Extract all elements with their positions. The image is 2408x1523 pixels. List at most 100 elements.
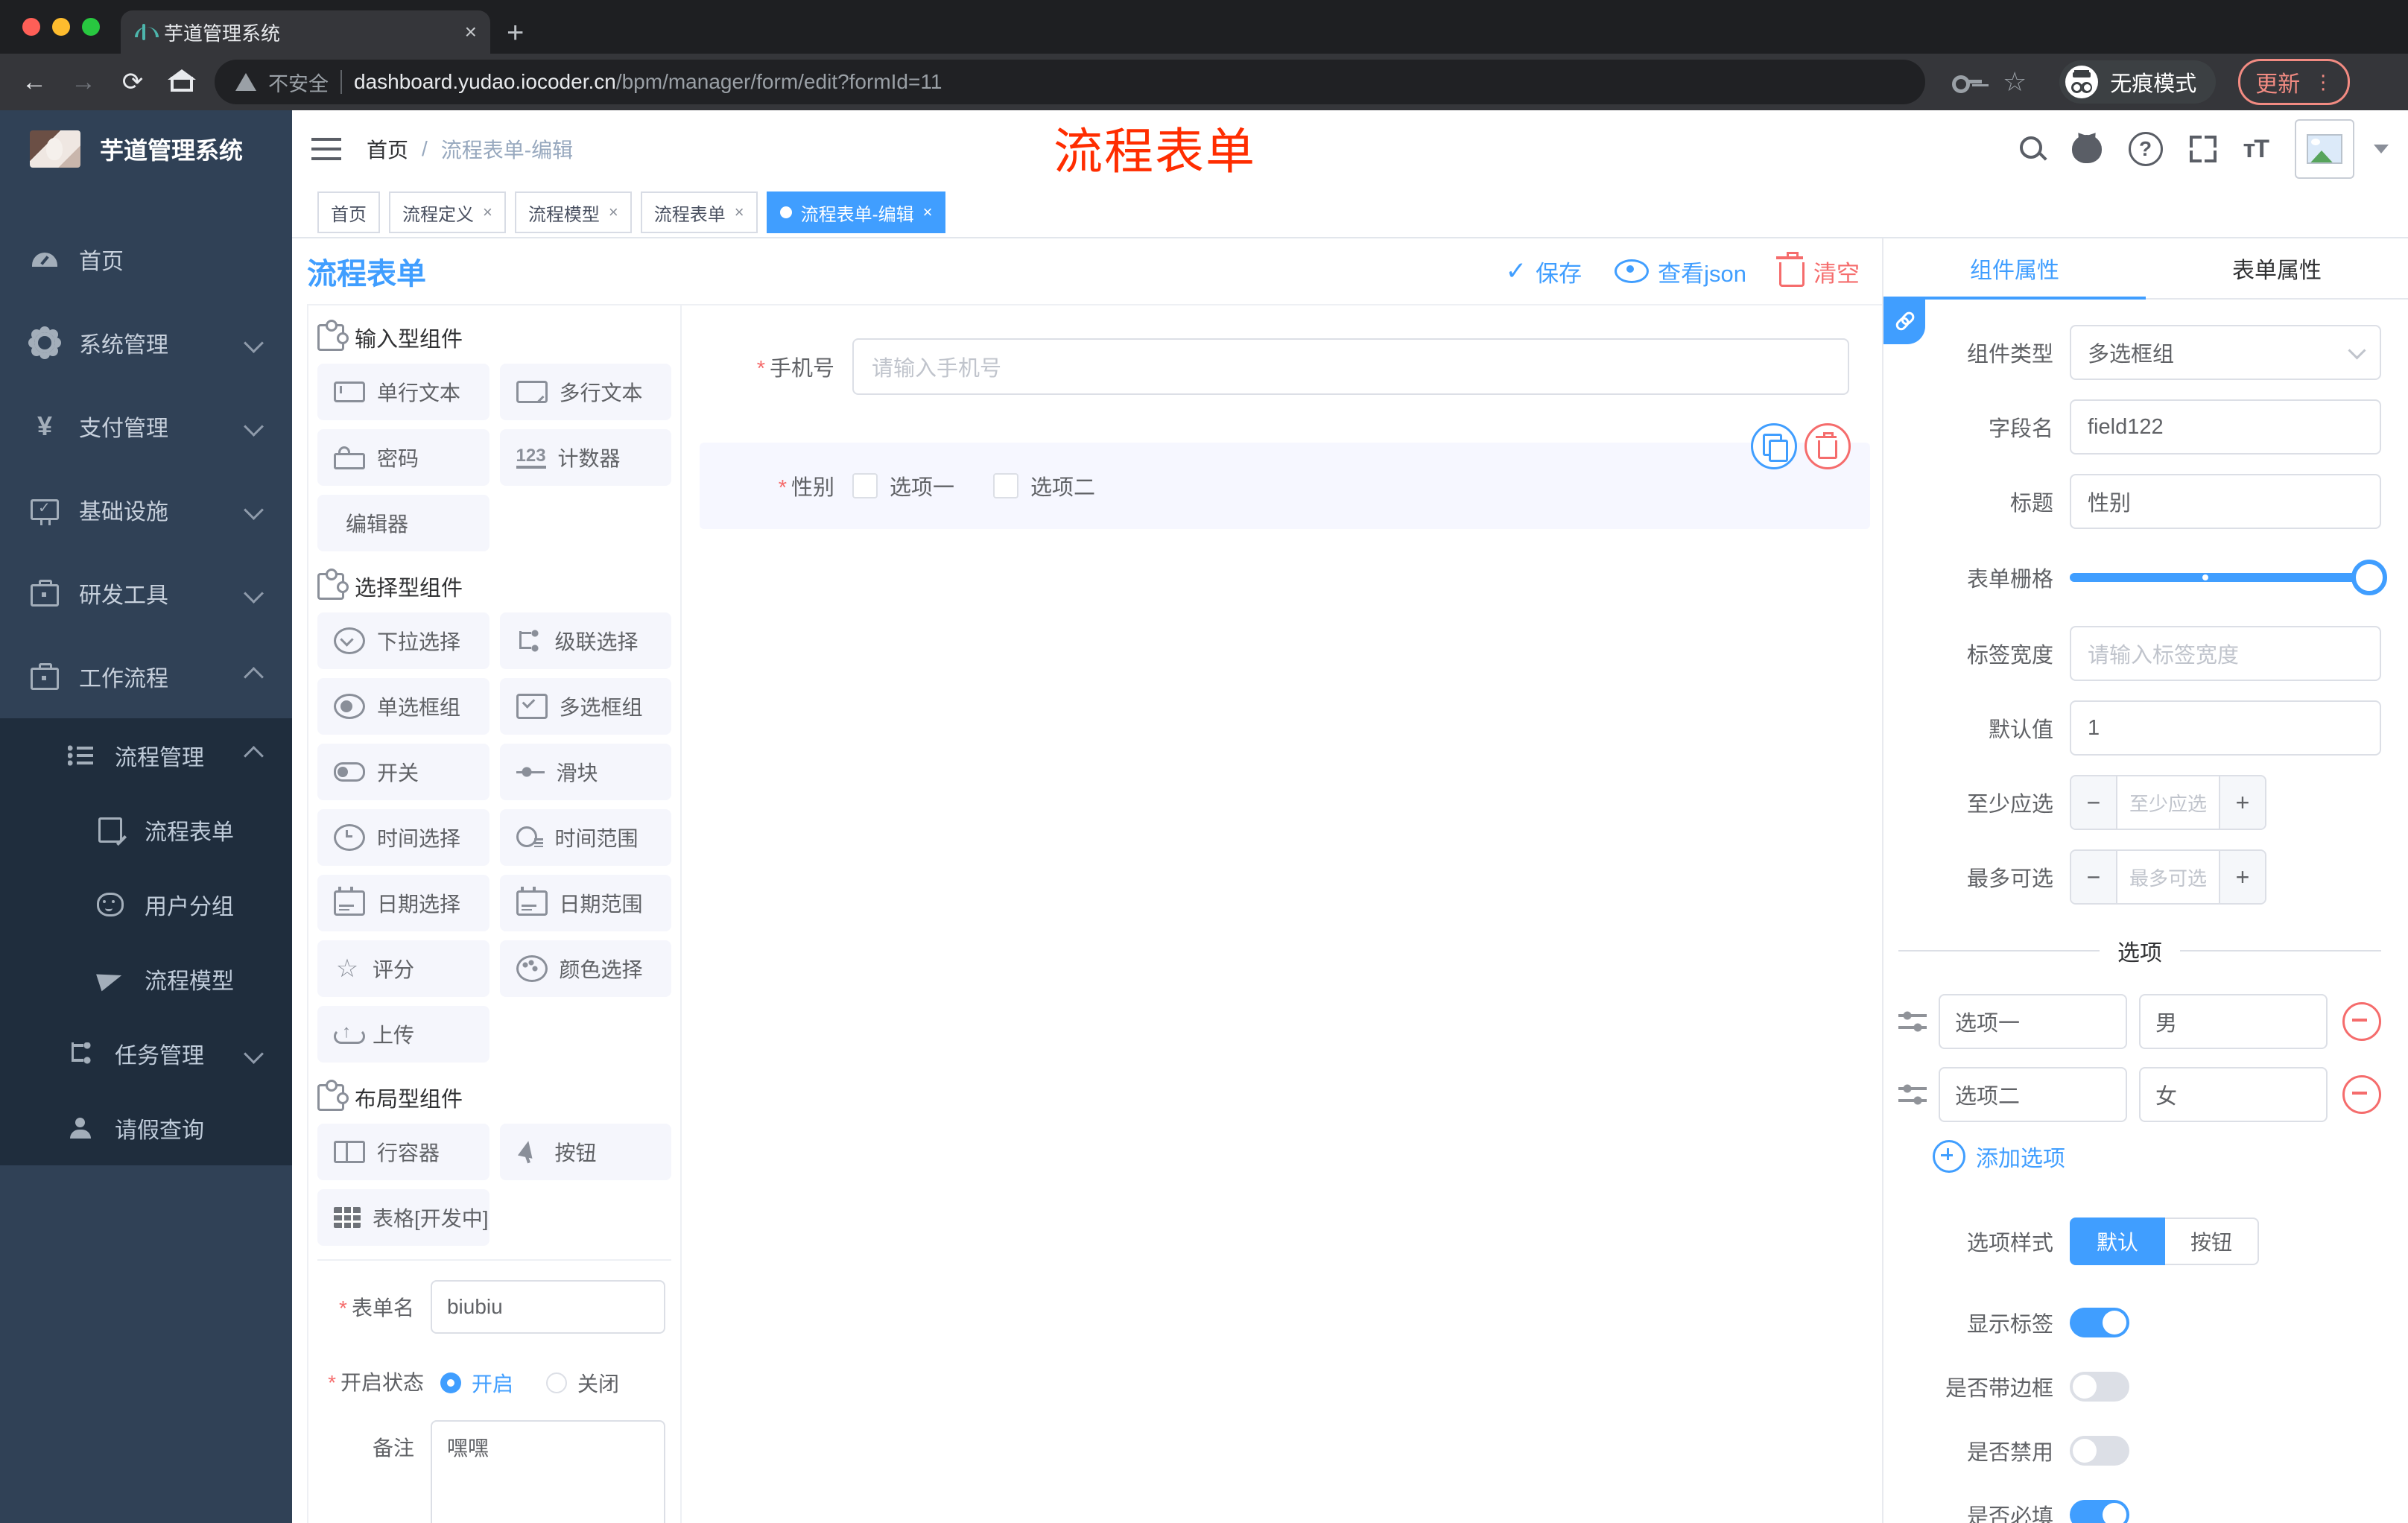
forward-icon[interactable]: → — [67, 66, 100, 98]
component-chip-checkbox[interactable]: 多选框组 — [499, 678, 671, 735]
new-tab-button[interactable]: + — [507, 18, 524, 48]
tag-chip-0[interactable]: 首页 × — [317, 191, 380, 233]
max-select-input[interactable]: 最多可选 — [2116, 851, 2220, 903]
browser-tab[interactable]: 芋道管理系统 × — [121, 10, 490, 54]
min-select-input[interactable]: 至少应选 — [2116, 776, 2220, 829]
phone-field-input[interactable]: 请输入手机号 — [852, 338, 1849, 395]
tab-component-props[interactable]: 组件属性 — [1883, 238, 2146, 300]
sidebar-item-9[interactable]: 流程模型 — [0, 942, 292, 1016]
tag-chip-2[interactable]: 流程模型 × — [514, 191, 632, 233]
component-chip-date[interactable]: 日期选择 — [317, 875, 489, 931]
bookmark-star-icon[interactable]: ☆ — [2003, 66, 2027, 98]
checkbox-option[interactable]: 选项一 — [852, 470, 954, 501]
tag-chip-3[interactable]: 流程表单 × — [640, 191, 758, 233]
toggle-0-on[interactable] — [2070, 1308, 2129, 1337]
github-icon[interactable] — [2071, 135, 2102, 163]
sidebar-item-3[interactable]: 基础设施 — [0, 468, 292, 551]
slider-handle[interactable] — [2351, 560, 2387, 595]
component-chip-select[interactable]: 下拉选择 — [317, 612, 489, 669]
checkbox-icon[interactable] — [852, 473, 878, 498]
fullscreen-icon[interactable] — [2189, 136, 2217, 162]
component-chip-radio[interactable]: 单选框组 — [317, 678, 489, 735]
drag-handle-icon[interactable] — [1898, 1083, 1927, 1106]
component-chip-date[interactable]: 日期范围 — [499, 875, 671, 931]
grid-slider[interactable] — [2070, 560, 2387, 595]
tab-close-icon[interactable]: × — [465, 20, 477, 44]
component-chip-lock[interactable]: 密码 — [317, 429, 489, 486]
copy-component-button[interactable] — [1751, 423, 1797, 469]
form-remark-textarea[interactable]: 嘿嘿 — [430, 1420, 665, 1523]
delete-component-button[interactable] — [1805, 423, 1851, 469]
decrement-button[interactable]: − — [2071, 776, 2116, 829]
link-handle[interactable] — [1883, 300, 1925, 344]
component-chip-slider[interactable]: 滑块 — [499, 744, 671, 800]
option-value-input[interactable]: 男 — [2139, 994, 2328, 1049]
view-json-button[interactable]: 查看json — [1615, 255, 1746, 288]
label-width-input[interactable]: 请输入标签宽度 — [2070, 626, 2381, 681]
component-chip-rate[interactable]: ☆ 评分 — [317, 940, 489, 997]
sidebar-item-7[interactable]: 流程表单 — [0, 793, 292, 867]
reload-icon[interactable]: ⟳ — [116, 66, 149, 98]
style-option-0[interactable]: 默认 — [2070, 1218, 2166, 1265]
help-icon[interactable]: ? — [2128, 132, 2163, 166]
status-open-radio[interactable]: 开启 — [440, 1368, 513, 1398]
tag-close-icon[interactable]: × — [735, 203, 744, 222]
close-window-button[interactable] — [22, 18, 40, 36]
minimize-window-button[interactable] — [52, 18, 70, 36]
component-type-select[interactable]: 多选框组 — [2070, 325, 2381, 380]
default-value-input[interactable]: 1 — [2070, 700, 2381, 756]
tag-chip-4[interactable]: 流程表单-编辑 × — [766, 191, 946, 233]
component-chip-counter[interactable]: 123 计数器 — [499, 429, 671, 486]
breadcrumb-home[interactable]: 首页 — [367, 134, 408, 164]
chevron-down-icon[interactable] — [2374, 145, 2389, 153]
component-chip-row[interactable]: 行容器 — [317, 1124, 489, 1180]
add-option-link[interactable]: 添加选项 — [1933, 1140, 2381, 1173]
tag-close-icon[interactable]: × — [483, 203, 492, 222]
component-chip-color[interactable]: 颜色选择 — [499, 940, 671, 997]
maximize-window-button[interactable] — [82, 18, 100, 36]
component-chip-timerange[interactable]: 时间范围 — [499, 809, 671, 866]
field-name-input[interactable]: field122 — [2070, 399, 2381, 455]
update-button[interactable]: 更新 ⋮ — [2238, 59, 2351, 105]
sidebar-item-5[interactable]: 工作流程 — [0, 635, 292, 718]
sidebar-item-6[interactable]: 流程管理 — [0, 718, 292, 793]
sidebar-item-11[interactable]: 请假查询 — [0, 1091, 292, 1165]
tag-close-icon[interactable]: × — [923, 203, 933, 222]
component-chip-button[interactable]: 按钮 — [499, 1124, 671, 1180]
tag-chip-1[interactable]: 流程定义 × — [389, 191, 506, 233]
font-size-icon[interactable]: тT — [2243, 135, 2269, 164]
component-chip-table[interactable]: 表格[开发中] — [317, 1189, 489, 1246]
component-chip-cascade[interactable]: 级联选择 — [499, 612, 671, 669]
tab-form-props[interactable]: 表单属性 — [2146, 238, 2408, 298]
remove-option-icon[interactable] — [2342, 1002, 2381, 1041]
component-chip-upload[interactable]: 上传 — [317, 1006, 489, 1063]
title-input[interactable]: 性别 — [2070, 474, 2381, 529]
option-label-input[interactable]: 选项一 — [1939, 994, 2127, 1049]
decrement-button[interactable]: − — [2071, 851, 2116, 903]
phone-field-row[interactable]: 手机号 请输入手机号 — [700, 338, 1849, 395]
sidebar-item-1[interactable]: 系统管理 — [0, 301, 292, 384]
sidebar-item-2[interactable]: ¥ 支付管理 — [0, 384, 292, 468]
component-chip-input[interactable]: 单行文本 — [317, 364, 489, 420]
search-icon[interactable] — [2019, 136, 2045, 162]
toggle-2-off[interactable] — [2070, 1436, 2129, 1466]
remove-option-icon[interactable] — [2342, 1075, 2381, 1114]
browser-menu-icon[interactable]: ⋮ — [2313, 71, 2333, 94]
form-name-input[interactable]: biubiu — [430, 1280, 665, 1334]
save-button[interactable]: ✓ 保存 — [1506, 255, 1582, 288]
drag-handle-icon[interactable] — [1898, 1010, 1927, 1033]
address-bar[interactable]: 不安全 dashboard.yudao.iocoder.cn/bpm/manag… — [215, 60, 1925, 104]
option-label-input[interactable]: 选项二 — [1939, 1067, 2127, 1122]
component-chip-switch[interactable]: 开关 — [317, 744, 489, 800]
sidebar-item-4[interactable]: 研发工具 — [0, 551, 292, 635]
tag-close-icon[interactable]: × — [609, 203, 618, 222]
sidebar-logo[interactable]: 芋道管理系统 — [0, 110, 292, 188]
sidebar-item-10[interactable]: 任务管理 — [0, 1016, 292, 1091]
back-icon[interactable]: ← — [18, 66, 51, 98]
selected-component-gender[interactable]: 性别 选项一 选项二 — [700, 423, 1870, 529]
url-text[interactable]: dashboard.yudao.iocoder.cn/bpm/manager/f… — [354, 70, 942, 94]
toggle-1-off[interactable] — [2070, 1372, 2129, 1402]
increment-button[interactable]: + — [2220, 776, 2265, 829]
avatar[interactable] — [2295, 119, 2354, 179]
style-option-1[interactable]: 按钮 — [2165, 1218, 2260, 1265]
